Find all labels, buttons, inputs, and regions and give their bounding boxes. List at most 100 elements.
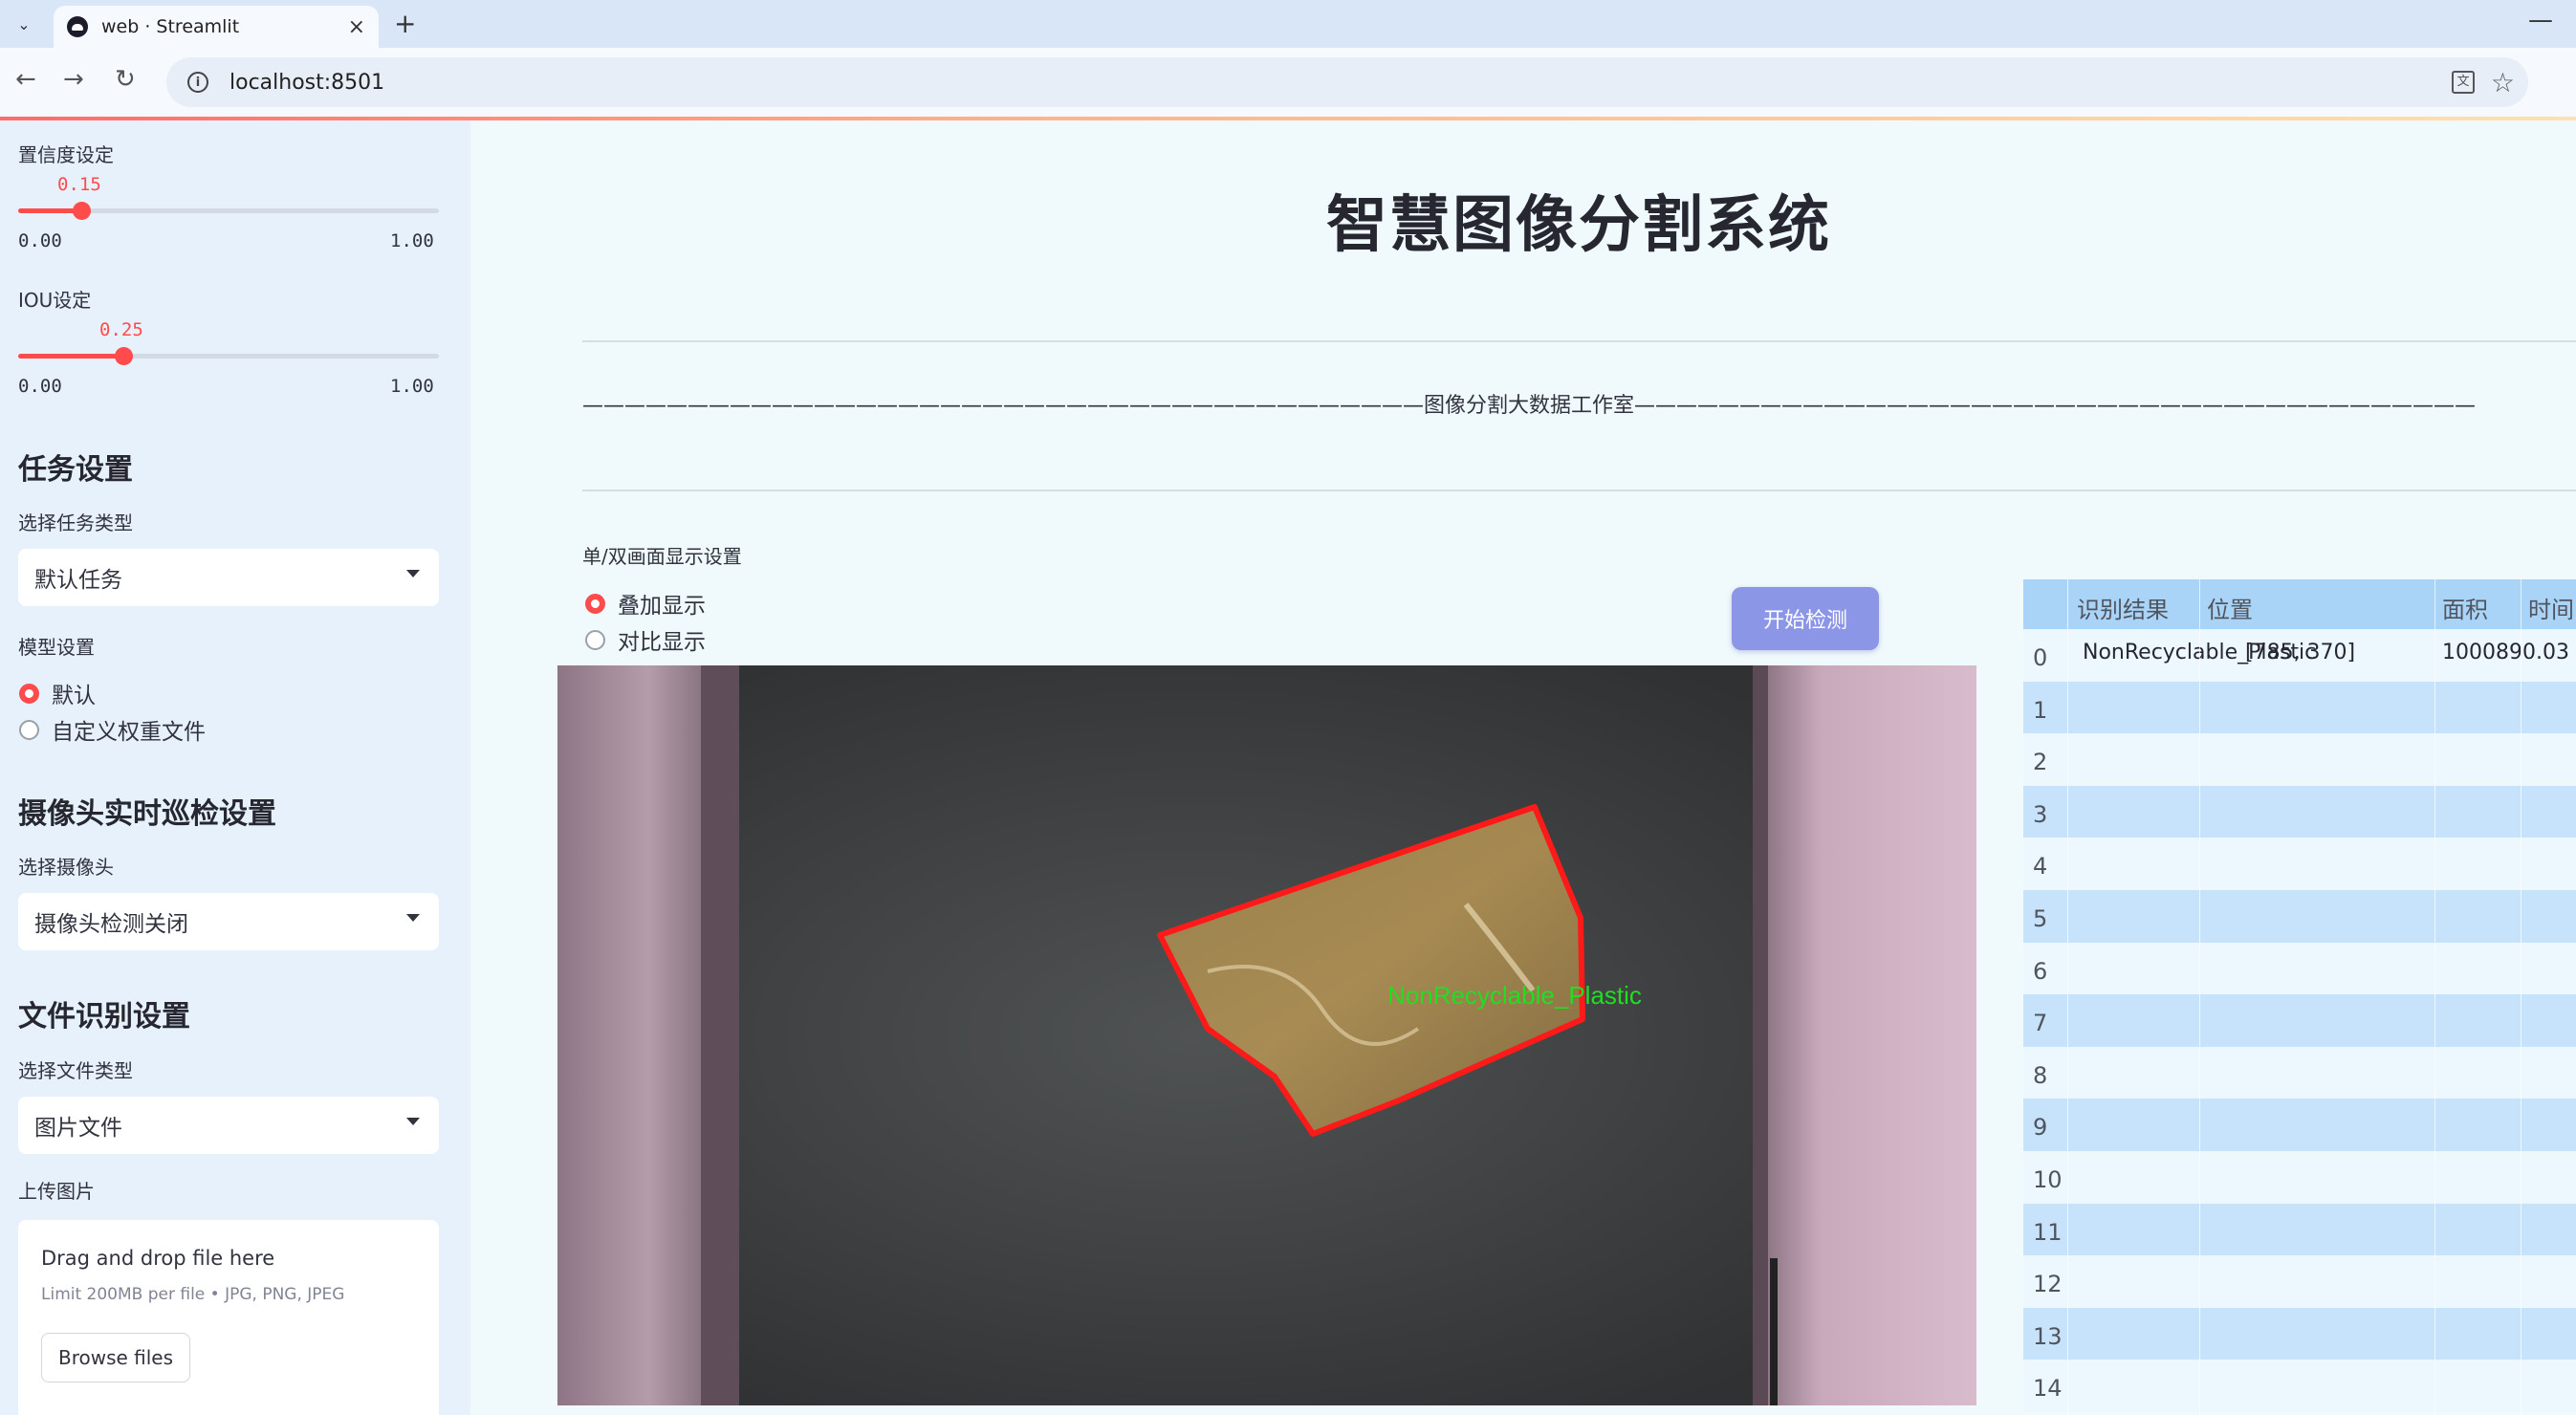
display-mode-label: 单/双画面显示设置 — [582, 545, 742, 568]
display-option-compare[interactable]: 对比显示 — [585, 623, 706, 656]
iou-slider[interactable] — [18, 347, 439, 365]
confidence-min: 0.00 — [18, 230, 62, 251]
table-row[interactable]: 11 — [2023, 1203, 2576, 1256]
row-index: 11 — [2033, 1218, 2063, 1246]
site-info-icon[interactable]: i — [187, 72, 208, 93]
model-option-custom-label: 自定义权重文件 — [52, 720, 206, 745]
tab-close-icon[interactable]: × — [348, 15, 365, 39]
confidence-value: 0.15 — [57, 174, 101, 195]
detection-image: NonRecyclable_Plastic — [557, 665, 1976, 1405]
table-row[interactable]: 9 — [2023, 1099, 2576, 1152]
table-row[interactable]: 8 — [2023, 1046, 2576, 1099]
display-option-overlay[interactable]: 叠加显示 — [585, 587, 706, 620]
camera-select-label: 选择摄像头 — [18, 856, 114, 879]
address-bar[interactable]: i localhost:8501 文 ☆ — [166, 57, 2528, 107]
file-type-value: 图片文件 — [34, 1116, 122, 1141]
column-header-result[interactable]: 识别结果 — [2077, 591, 2169, 624]
sidebar: 置信度设定 0.15 0.00 1.00 IOU设定 0.25 0.00 1.0… — [0, 120, 470, 1415]
row-index: 2 — [2033, 749, 2048, 776]
column-header-area[interactable]: 面积 — [2442, 591, 2488, 624]
browse-files-button[interactable]: Browse files — [41, 1333, 190, 1382]
model-option-default-label: 默认 — [52, 684, 96, 708]
row-index: 1 — [2033, 696, 2048, 724]
main-content: 智慧图像分割系统 ———————————————————————————————… — [470, 120, 2576, 1415]
tab-search-icon[interactable]: ⌄ — [10, 10, 38, 38]
table-row[interactable]: 0 NonRecyclable_Plastic [785, 370] 1000890.… — [2023, 629, 2576, 682]
results-table[interactable]: 识别结果 位置 面积 时间 0 NonRecyclable_Plastic [785… — [2023, 579, 2576, 1415]
display-option-compare-label: 对比显示 — [618, 630, 706, 655]
table-row[interactable]: 5 — [2023, 890, 2576, 943]
row-index: 13 — [2033, 1322, 2063, 1350]
camera-select-value: 摄像头检测关闭 — [34, 912, 188, 937]
row-index: 10 — [2033, 1166, 2063, 1193]
row-index: 6 — [2033, 957, 2048, 985]
area-cell: 1000890.03 — [2442, 641, 2569, 664]
radio-unselected-icon — [19, 719, 39, 740]
column-divider — [2199, 579, 2200, 1415]
table-row[interactable]: 2 — [2023, 733, 2576, 787]
reload-icon[interactable]: ↻ — [115, 65, 136, 94]
iou-slider-fill — [18, 354, 123, 359]
radio-unselected-icon — [585, 629, 605, 650]
column-header-position[interactable]: 位置 — [2207, 591, 2253, 624]
file-uploader-dropzone[interactable]: Drag and drop file here Limit 200MB per … — [18, 1220, 439, 1415]
model-option-custom[interactable]: 自定义权重文件 — [19, 713, 206, 746]
file-settings-heading: 文件识别设置 — [18, 1000, 190, 1034]
back-icon[interactable]: ← — [15, 65, 36, 94]
uploader-subtitle: Limit 200MB per file • JPG, PNG, JPEG — [41, 1285, 345, 1304]
row-index: 0 — [2033, 644, 2048, 671]
iou-slider-thumb[interactable] — [115, 347, 133, 365]
chevron-down-icon — [406, 914, 420, 922]
row-index: 5 — [2033, 905, 2048, 932]
table-row[interactable]: 6 — [2023, 942, 2576, 995]
bookmark-star-icon[interactable]: ☆ — [2491, 67, 2515, 98]
task-type-select[interactable]: 默认任务 — [18, 549, 439, 606]
confidence-label: 置信度设定 — [18, 143, 114, 166]
row-index: 14 — [2033, 1375, 2063, 1403]
table-row[interactable]: 3 — [2023, 785, 2576, 838]
model-option-default[interactable]: 默认 — [19, 677, 96, 709]
start-detection-button[interactable]: 开始检测 — [1732, 587, 1879, 650]
row-index: 12 — [2033, 1271, 2063, 1298]
display-option-overlay-label: 叠加显示 — [618, 594, 706, 619]
column-divider — [2434, 579, 2435, 1415]
divider — [582, 490, 2576, 491]
confidence-max: 1.00 — [390, 230, 434, 251]
iou-label: IOU设定 — [18, 289, 92, 312]
chevron-down-icon — [406, 570, 420, 577]
upload-label: 上传图片 — [18, 1180, 95, 1203]
confidence-slider-thumb[interactable] — [73, 202, 91, 220]
iou-value: 0.25 — [99, 319, 143, 340]
file-type-select[interactable]: 图片文件 — [18, 1097, 439, 1154]
task-type-label: 选择任务类型 — [18, 512, 133, 534]
row-index: 9 — [2033, 1114, 2048, 1142]
page-title: 智慧图像分割系统 — [1326, 190, 1831, 261]
position-cell: [785, 370] — [2245, 641, 2356, 664]
radio-selected-icon — [585, 593, 605, 614]
radio-selected-icon — [19, 683, 39, 704]
divider — [582, 340, 2576, 342]
url-text[interactable]: localhost:8501 — [229, 71, 384, 95]
browser-tab[interactable]: web · Streamlit × — [54, 6, 379, 48]
window-minimize-icon[interactable]: — — [2528, 6, 2553, 34]
table-row[interactable]: 13 — [2023, 1307, 2576, 1361]
confidence-slider[interactable] — [18, 202, 439, 220]
task-type-value: 默认任务 — [34, 568, 122, 593]
table-row[interactable]: 7 — [2023, 994, 2576, 1048]
tab-title: web · Streamlit — [101, 16, 240, 37]
column-header-time[interactable]: 时间 — [2528, 591, 2574, 624]
iou-min: 0.00 — [18, 376, 62, 397]
file-type-label: 选择文件类型 — [18, 1059, 133, 1082]
camera-select[interactable]: 摄像头检测关闭 — [18, 893, 439, 950]
table-row[interactable]: 14 — [2023, 1360, 2576, 1413]
table-row[interactable]: 12 — [2023, 1255, 2576, 1309]
iou-max: 1.00 — [390, 376, 434, 397]
translate-icon[interactable]: 文 — [2452, 71, 2475, 94]
forward-icon[interactable]: → — [63, 65, 84, 94]
table-row[interactable]: 4 — [2023, 838, 2576, 891]
table-row[interactable]: 10 — [2023, 1151, 2576, 1204]
new-tab-icon[interactable]: + — [394, 8, 416, 39]
browser-tab-strip: ⌄ web · Streamlit × + — — [0, 0, 2576, 48]
table-row[interactable]: 1 — [2023, 681, 2576, 734]
model-settings-label: 模型设置 — [18, 636, 95, 659]
